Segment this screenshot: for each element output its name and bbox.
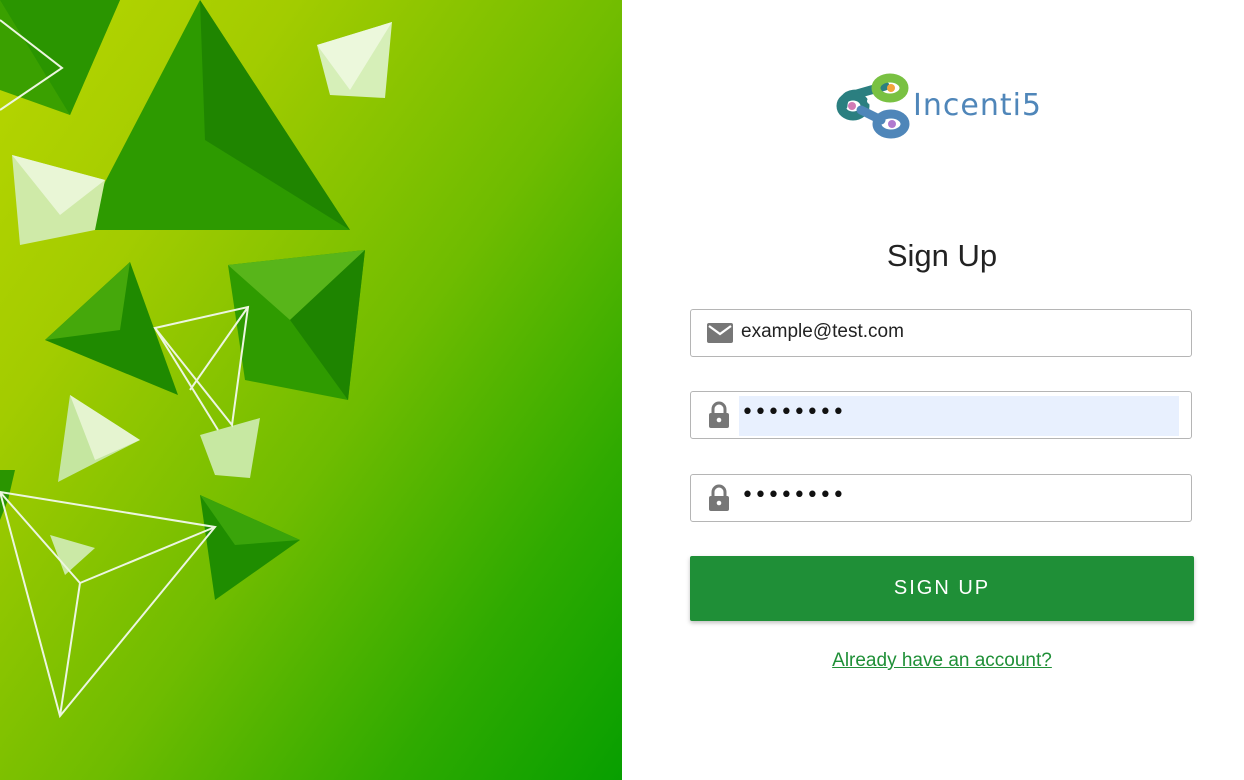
already-have-account-link[interactable]: Already have an account? <box>622 650 1244 672</box>
brand-name: Incenti5 <box>913 87 1043 123</box>
password-value[interactable]: •••••••• <box>741 400 845 425</box>
signup-page: Incenti5 Sign Up example@test.com ••••••… <box>0 0 1244 780</box>
signup-panel: Incenti5 Sign Up example@test.com ••••••… <box>622 0 1244 780</box>
email-field[interactable]: example@test.com <box>690 309 1192 357</box>
confirm-password-field[interactable]: •••••••• <box>690 474 1192 522</box>
password-field[interactable]: •••••••• <box>690 391 1192 439</box>
lock-icon <box>707 401 733 428</box>
page-title: Sign Up <box>886 238 998 273</box>
brand-logo: Incenti5 <box>835 72 1059 142</box>
hero-image <box>0 0 622 780</box>
mail-icon <box>707 322 733 346</box>
email-value[interactable]: example@test.com <box>741 321 904 343</box>
hero-pyramids-illustration <box>0 0 392 719</box>
sign-up-button[interactable]: SIGN UP <box>690 556 1194 621</box>
confirm-password-value[interactable]: •••••••• <box>741 483 845 508</box>
chain-link-logo-icon <box>836 73 910 139</box>
lock-icon <box>707 484 733 511</box>
